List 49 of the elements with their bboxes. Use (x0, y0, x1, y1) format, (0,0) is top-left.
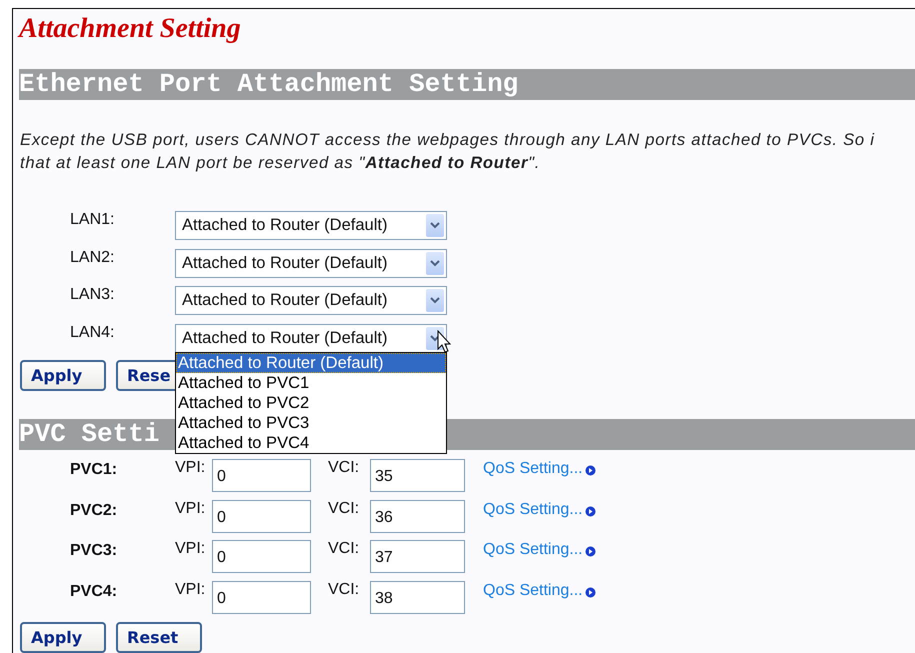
vci-field[interactable]: 35 (370, 459, 465, 492)
vpi-field[interactable]: 0 (212, 540, 311, 574)
arrow-circle-icon (584, 546, 596, 558)
form-button[interactable]: Reset (116, 622, 202, 653)
vpi-label: VPI: (175, 500, 206, 518)
vci-label: VCI: (328, 500, 360, 518)
dropdown-option[interactable]: Attached to Router (Default) (176, 352, 446, 373)
arrow-circle-icon (584, 506, 596, 517)
port-select[interactable]: Attached to Router (Default) (175, 286, 447, 316)
chevron-down-icon (426, 214, 444, 238)
form-button[interactable]: Apply (20, 360, 106, 391)
qos-setting-link[interactable]: QoS Setting... (483, 581, 583, 600)
port-label: LAN2: (70, 248, 116, 266)
pvc-label: PVC2: (70, 500, 118, 520)
vpi-field[interactable]: 0 (212, 500, 311, 533)
note-text: that at least one LAN port be reserved as "Attached to Router". (20, 152, 540, 174)
vci-label: VCI: (328, 459, 360, 477)
arrow-circle-icon (584, 465, 596, 476)
pvc-label: PVC4: (70, 582, 118, 602)
port-select[interactable]: Attached to Router (Default) (175, 211, 447, 240)
qos-setting-link[interactable]: QoS Setting... (483, 540, 583, 560)
qos-setting-link[interactable]: QoS Setting... (483, 459, 583, 478)
port-label: LAN3: (70, 285, 116, 304)
vci-label: VCI: (328, 540, 360, 558)
vpi-label: VPI: (175, 581, 206, 600)
qos-setting-link[interactable]: QoS Setting... (483, 500, 583, 519)
port-select[interactable]: Attached to Router (Default) (175, 248, 447, 278)
chevron-down-icon (426, 252, 444, 275)
vci-field[interactable]: 36 (370, 500, 465, 533)
form-button[interactable]: Apply (20, 622, 106, 653)
port-label: LAN1: (70, 210, 116, 229)
page-title: Attachment Setting (19, 13, 241, 44)
vci-field[interactable]: 38 (370, 581, 465, 614)
pvc-label: PVC1: (70, 460, 118, 479)
vpi-field[interactable]: 0 (212, 581, 311, 614)
port-select[interactable]: Attached to Router (Default) (175, 324, 447, 353)
arrow-circle-icon (584, 587, 596, 598)
chevron-down-icon (426, 289, 444, 312)
vpi-label: VPI: (175, 540, 206, 558)
dropdown-option[interactable]: Attached to PVC2 (176, 392, 446, 413)
vci-field[interactable]: 37 (370, 540, 465, 574)
vci-label: VCI: (328, 581, 360, 600)
pvc-label: PVC3: (70, 541, 118, 560)
section-heading: Ethernet Port Attachment Setting (19, 69, 915, 100)
note-text: Except the USB port, users CANNOT access the webpages through any LAN ports attached to PVCs. So i (20, 129, 875, 151)
vpi-label: VPI: (175, 459, 206, 477)
dropdown-option[interactable]: Attached to PVC4 (176, 432, 446, 453)
port-label: LAN4: (70, 322, 116, 342)
vpi-field[interactable]: 0 (212, 459, 311, 492)
